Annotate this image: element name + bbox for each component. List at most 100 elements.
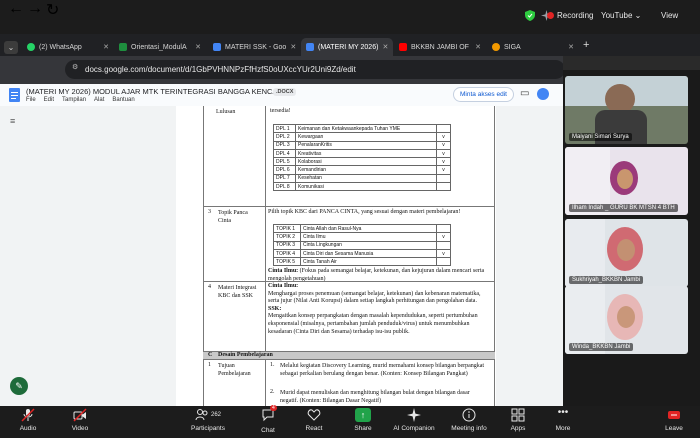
dpl-check[interactable]: v bbox=[436, 132, 451, 142]
menu-file[interactable]: File bbox=[26, 97, 36, 103]
tab-whatsapp[interactable]: (2) WhatsApp ✕ bbox=[22, 38, 114, 56]
url-input[interactable]: docs.google.com/document/d/1GbPVHNNPzFfH… bbox=[65, 60, 565, 79]
tab-label: Orientasi_ModulA bbox=[131, 43, 187, 51]
record-dot-icon bbox=[547, 12, 554, 19]
close-icon[interactable]: ✕ bbox=[103, 43, 109, 51]
audio-button[interactable]: Audio bbox=[6, 408, 50, 432]
share-label: Share bbox=[354, 425, 372, 432]
dpl-name: Kewargaan bbox=[295, 132, 437, 142]
close-icon[interactable]: ✕ bbox=[382, 43, 388, 51]
ai-companion-button[interactable]: AI Companion bbox=[386, 408, 442, 432]
dpl-check[interactable]: v bbox=[436, 157, 451, 167]
comment-icon[interactable]: ▭ bbox=[520, 88, 529, 99]
dpl-table: DPL 1 Keimanan dan Ketakwaankepada Tuhan … bbox=[273, 123, 451, 192]
document-title[interactable]: (MATERI MY 2026) MODUL AJAR MTK TERINTEG… bbox=[26, 87, 288, 96]
reload-icon[interactable]: ↻ bbox=[46, 0, 59, 20]
share-button[interactable]: ↑ Share bbox=[341, 408, 385, 432]
outline-icon[interactable]: ≡ bbox=[10, 116, 15, 126]
topik-name: Cinta Diri dan Sesama Manusia bbox=[300, 248, 437, 259]
close-icon[interactable]: ✕ bbox=[475, 43, 481, 51]
table-border bbox=[203, 106, 204, 406]
table-border bbox=[494, 106, 495, 406]
back-icon[interactable]: ← bbox=[8, 0, 24, 18]
topik-check[interactable]: v bbox=[436, 232, 451, 242]
topik-check[interactable] bbox=[436, 223, 451, 234]
chat-button[interactable]: 4 Chat bbox=[246, 405, 290, 434]
info-icon bbox=[462, 408, 476, 422]
tab-bkkbn-jambi[interactable]: BKKBN JAMBI OF ✕ bbox=[394, 38, 486, 56]
meeting-info-label: Meeting info bbox=[451, 425, 487, 432]
table-row: DPL 6 Kemandirian v bbox=[273, 165, 451, 175]
dpl-name: Kolaborasi bbox=[295, 157, 437, 167]
view-button[interactable]: View bbox=[661, 11, 678, 20]
shield-icon[interactable] bbox=[525, 10, 535, 21]
close-icon[interactable]: ✕ bbox=[568, 43, 574, 51]
table-row: TOPIK 3 Cinta Lingkungan bbox=[273, 240, 451, 250]
recording-indicator[interactable]: Recording bbox=[547, 11, 593, 20]
tab-orientasi[interactable]: Orientasi_ModulA ✕ bbox=[114, 38, 206, 56]
tab-search-button[interactable]: ⌄ bbox=[4, 41, 18, 54]
more-button[interactable]: ••• More bbox=[541, 408, 585, 433]
drive-icon bbox=[213, 43, 221, 51]
apps-button[interactable]: Apps bbox=[496, 408, 540, 432]
close-icon[interactable]: ✕ bbox=[195, 43, 201, 51]
participants-button[interactable]: 262 Participants bbox=[186, 408, 230, 432]
forward-icon[interactable]: → bbox=[27, 0, 43, 18]
dpl-check[interactable]: v bbox=[436, 165, 451, 175]
row-intro: Pilih topik KBC dari PANCA CINTA, yang s… bbox=[268, 209, 461, 215]
new-tab-button[interactable]: + bbox=[583, 39, 589, 51]
dpl-name: Kemandirian bbox=[295, 165, 437, 175]
dpl-code: DPL 8 bbox=[273, 182, 296, 192]
edit-pencil-icon[interactable]: ✎ bbox=[10, 377, 28, 395]
video-label: Video bbox=[71, 425, 89, 432]
participant-tile[interactable]: Maiyani Simari Surya bbox=[565, 76, 688, 144]
tab-siga[interactable]: SIGA ✕ bbox=[487, 38, 579, 56]
dpl-name: PenalaranKritis bbox=[295, 140, 437, 150]
materi-paragraph: Menghargai proses penemuan (semangat bel… bbox=[268, 290, 481, 305]
menu-view[interactable]: Tampilan bbox=[62, 97, 86, 103]
menu-help[interactable]: Bantuan bbox=[112, 97, 134, 103]
dpl-check[interactable]: v bbox=[436, 148, 451, 159]
avatar[interactable] bbox=[537, 88, 549, 100]
dpl-check[interactable]: v bbox=[436, 140, 451, 150]
video-button[interactable]: Video bbox=[58, 408, 102, 432]
row-label-topik: Topik Panca Cinta bbox=[218, 210, 248, 224]
topik-check[interactable] bbox=[436, 257, 451, 267]
meeting-info-button[interactable]: Meeting info bbox=[444, 408, 494, 432]
tab-materi-ssk[interactable]: MATERI SSK - Goo ✕ bbox=[208, 38, 300, 56]
youtube-live-button[interactable]: YouTube ⌄ bbox=[601, 11, 641, 20]
menu-tools[interactable]: Alat bbox=[94, 97, 104, 103]
participant-tile[interactable]: Sukhriyah_BKKBN Jambi bbox=[565, 219, 688, 287]
whatsapp-icon bbox=[27, 43, 35, 51]
apps-grid-icon bbox=[511, 408, 525, 422]
docs-logo-icon[interactable] bbox=[9, 88, 20, 102]
participant-tile[interactable]: Ilham Indah _ GURU BK MTSN 4 BTH bbox=[565, 147, 688, 215]
note-text: (Fokus pada semangat belajar, ketekunan,… bbox=[268, 268, 485, 282]
youtube-icon bbox=[399, 43, 407, 51]
dpl-code: DPL 2 bbox=[273, 132, 296, 142]
more-label: More bbox=[555, 425, 571, 432]
dpl-check[interactable] bbox=[436, 173, 451, 184]
sheets-icon bbox=[119, 43, 127, 51]
tab-label: SIGA bbox=[504, 43, 521, 51]
dpl-name: Komunikasi bbox=[295, 182, 437, 192]
leave-button[interactable]: Leave bbox=[652, 408, 696, 432]
menu-bar: File Edit Tampilan Alat Bantuan bbox=[26, 97, 135, 103]
react-button[interactable]: React bbox=[292, 408, 336, 432]
view-label: View bbox=[661, 11, 679, 20]
dpl-check[interactable] bbox=[436, 123, 451, 134]
row-divider bbox=[203, 206, 495, 207]
tab-materi-my-2026[interactable]: (MATERI MY 2026) ✕ bbox=[301, 38, 393, 56]
topik-check[interactable]: v bbox=[436, 248, 451, 259]
dpl-check[interactable] bbox=[436, 182, 451, 192]
participant-tile[interactable]: Winda_BKKBN Jambi bbox=[565, 286, 688, 354]
tab-label: MATERI SSK - Goo bbox=[225, 43, 287, 51]
chat-badge: 4 bbox=[270, 405, 277, 411]
request-edit-access-button[interactable]: Minta akses edit bbox=[453, 87, 514, 102]
menu-edit[interactable]: Edit bbox=[44, 97, 54, 103]
site-info-icon[interactable]: ⚙ bbox=[72, 63, 82, 73]
close-icon[interactable]: ✕ bbox=[290, 43, 296, 51]
topik-check[interactable] bbox=[436, 240, 451, 250]
participant-name: Winda_BKKBN Jambi bbox=[569, 343, 634, 351]
participant-name: Ilham Indah _ GURU BK MTSN 4 BTH bbox=[569, 204, 678, 212]
